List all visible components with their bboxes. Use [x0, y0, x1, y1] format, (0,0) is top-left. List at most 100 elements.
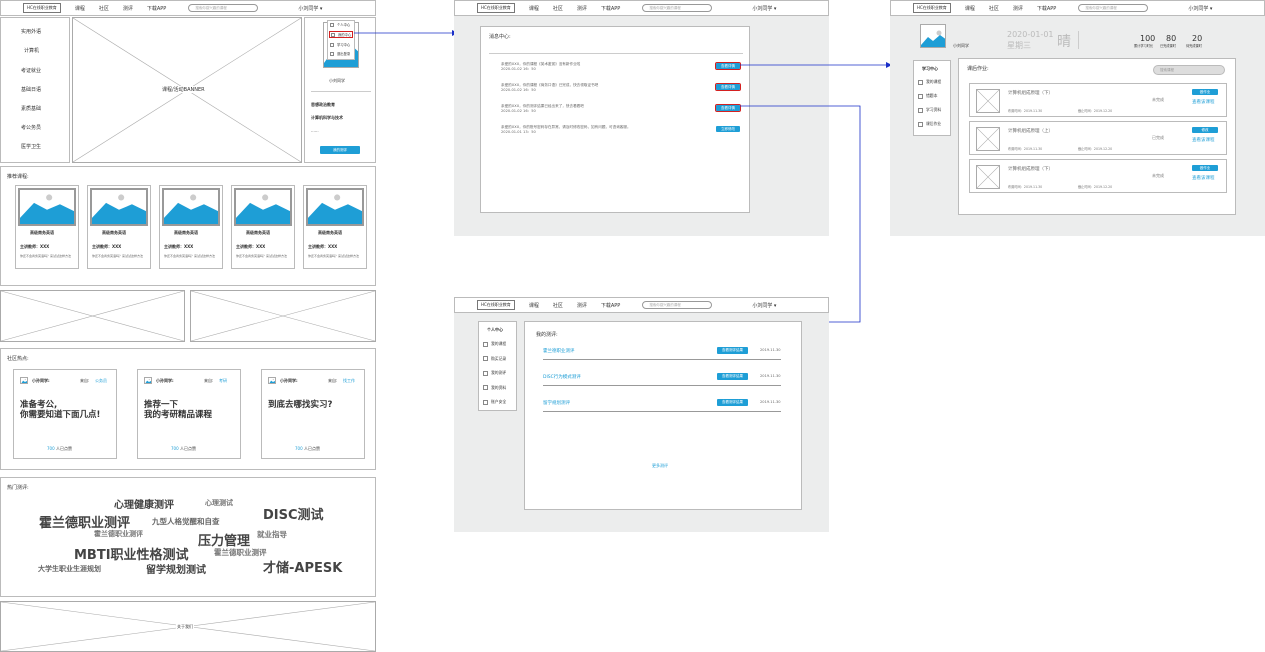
post-from-link[interactable]: 公务员: [95, 378, 107, 384]
message-action-button[interactable]: 查看详情: [715, 104, 741, 112]
site-logo[interactable]: HC在线职业教育: [477, 300, 515, 310]
post-card[interactable]: 小孙同学: 来自: 找工作 到底去哪找实习? 700 人已点赞: [261, 369, 365, 459]
post-title[interactable]: 准备考公, 你需要知道下面几点!: [20, 400, 116, 420]
post-title[interactable]: 推荐一下 我的考研精品课程: [144, 400, 240, 420]
hot-word[interactable]: 心理健康测评: [114, 496, 174, 511]
nav-link-community[interactable]: 社区: [989, 5, 999, 12]
nav-link-community[interactable]: 社区: [553, 302, 563, 309]
hot-word[interactable]: 才储-APESK: [263, 557, 342, 576]
study-sidebar-item[interactable]: 错题本: [918, 93, 937, 99]
hot-word[interactable]: 大学生职业生涯规划: [38, 564, 101, 574]
nav-link-courses[interactable]: 课程: [965, 5, 975, 12]
post-card[interactable]: 小孙同学: 来自: 考研 推荐一下 我的考研精品课程 700 人已点赞: [137, 369, 241, 459]
hot-word[interactable]: DISC测试: [263, 504, 324, 523]
view-course-link[interactable]: 查看该课程: [1192, 99, 1215, 105]
message-action-button[interactable]: 查看详情: [715, 62, 741, 70]
personal-sidebar-item[interactable]: 购买记录: [483, 356, 506, 362]
hot-word[interactable]: 霍兰德职业测评: [94, 529, 143, 539]
nav-link-community[interactable]: 社区: [553, 5, 563, 12]
homework-search-input[interactable]: 搜索课程: [1153, 65, 1225, 75]
post-from-link[interactable]: 考研: [219, 378, 227, 384]
hot-word[interactable]: 心理测试: [205, 498, 233, 508]
menu-my-center[interactable]: 我的中心: [329, 31, 354, 38]
nav-link-courses[interactable]: 课程: [529, 302, 539, 309]
view-course-link[interactable]: 查看该课程: [1192, 175, 1215, 181]
nav-link-tests[interactable]: 测评: [123, 5, 133, 12]
homework-action-button[interactable]: 做作业: [1192, 165, 1218, 171]
view-test-result-button[interactable]: 查看测评结果: [717, 399, 748, 406]
personal-sidebar-item[interactable]: 账户安全: [483, 399, 506, 405]
nav-link-download-app[interactable]: 下载APP: [601, 5, 620, 12]
nav-link-tests[interactable]: 测评: [1013, 5, 1023, 12]
nav-search-input[interactable]: 搜索你感兴趣的课程: [642, 4, 713, 12]
study-sidebar-item[interactable]: 学习资料: [918, 107, 941, 113]
course-card[interactable]: 高级商务英语 主讲教师：XXX 你还不会商务英语吗？来试试这样方法: [87, 185, 151, 269]
menu-study-center[interactable]: 学习中心: [330, 42, 350, 47]
site-logo[interactable]: HC在线职业教育: [477, 3, 515, 13]
homework-name[interactable]: 计算机组成原理（下）: [1008, 90, 1053, 96]
category-item[interactable]: 计算机: [24, 47, 39, 54]
nav-link-courses[interactable]: 课程: [529, 5, 539, 12]
footer-about-us[interactable]: 关于我们: [176, 624, 194, 630]
course-card[interactable]: 高级商务英语 主讲教师：XXX 你还不会商务英语吗？来试试这样方法: [303, 185, 367, 269]
category-item[interactable]: 素质基础: [21, 105, 41, 112]
nav-link-download-app[interactable]: 下载APP: [1037, 5, 1056, 12]
nav-user-menu[interactable]: 小刘同学 ▾: [752, 5, 776, 12]
hot-word[interactable]: 留学规划测试: [146, 561, 206, 576]
avatar[interactable]: [920, 24, 946, 48]
nav-user-menu[interactable]: 小刘同学 ▾: [752, 302, 776, 309]
nav-user-menu[interactable]: 小刘同学 ▾: [1188, 5, 1212, 12]
message-action-button[interactable]: 立即修改: [716, 126, 740, 132]
ad-placeholder-right[interactable]: [190, 290, 376, 342]
post-card[interactable]: 小孙同学: 来自: 公务员 准备考公, 你需要知道下面几点! 700 人已点赞: [13, 369, 117, 459]
personal-sidebar-item[interactable]: 我的课程: [483, 341, 506, 347]
nav-user-menu[interactable]: 小刘同学 ▾: [298, 5, 322, 12]
test-name-link[interactable]: DISC行为模式测评: [543, 374, 581, 380]
personal-sidebar-item[interactable]: 我的测评: [483, 370, 506, 376]
message-action-button[interactable]: 查看详情: [715, 83, 741, 91]
hot-word[interactable]: 霍兰德职业测评: [214, 547, 267, 558]
homework-action-button[interactable]: 做作业: [1192, 89, 1218, 95]
site-logo[interactable]: HC在线职业教育: [913, 3, 951, 13]
course-card[interactable]: 高级商务英语 主讲教师：XXX 你还不会商务英语吗？来试试这样方法: [15, 185, 79, 269]
test-name-link[interactable]: 霍兰德职业测评: [543, 348, 575, 354]
hot-word[interactable]: 九型人格觉醒和自查: [152, 516, 220, 527]
banner-placeholder[interactable]: 课程/活动BANNER: [72, 17, 302, 163]
study-sidebar-item[interactable]: 课后作业: [918, 121, 941, 127]
nav-search-input[interactable]: 搜索你感兴趣的课程: [642, 301, 713, 309]
nav-search-input[interactable]: 搜索你感兴趣的课程: [1078, 4, 1149, 12]
ad-placeholder-left[interactable]: [0, 290, 185, 342]
nav-link-tests[interactable]: 测评: [577, 5, 587, 12]
post-title[interactable]: 到底去哪找实习?: [268, 400, 364, 410]
nav-search-input[interactable]: 搜索你感兴趣的课程: [188, 4, 259, 12]
post-from-link[interactable]: 找工作: [343, 378, 355, 384]
personal-sidebar-item[interactable]: 我的资料: [483, 385, 506, 391]
more-tests-link[interactable]: 更多测评: [652, 463, 668, 469]
study-sidebar-item[interactable]: 我的课程: [918, 79, 941, 85]
my-tests-button[interactable]: 我的测评: [320, 146, 360, 154]
test-name-link[interactable]: 留学规划测评: [543, 400, 570, 406]
menu-logout[interactable]: 退出登录: [330, 51, 350, 56]
category-item[interactable]: 考证就业: [21, 67, 41, 74]
view-course-link[interactable]: 查看该课程: [1192, 137, 1215, 143]
course-card[interactable]: 高级商务英语 主讲教师：XXX 你还不会商务英语吗？来试试这样方法: [159, 185, 223, 269]
nav-link-community[interactable]: 社区: [99, 5, 109, 12]
view-test-result-button[interactable]: 查看测评结果: [717, 347, 748, 354]
hot-word[interactable]: 就业指导: [257, 529, 287, 540]
homework-name[interactable]: 计算机组成原理（上）: [1008, 128, 1053, 134]
category-item[interactable]: 基础日语: [21, 86, 41, 93]
homework-name[interactable]: 计算机组成原理（下）: [1008, 166, 1053, 172]
category-item[interactable]: 医学卫生: [21, 143, 41, 150]
flow-arrow-to-messages: [354, 30, 458, 36]
category-item[interactable]: 实用外语: [21, 28, 41, 35]
nav-link-download-app[interactable]: 下载APP: [147, 5, 166, 12]
nav-link-download-app[interactable]: 下载APP: [601, 302, 620, 309]
view-test-result-button[interactable]: 查看测评结果: [717, 373, 748, 380]
nav-link-courses[interactable]: 课程: [75, 5, 85, 12]
category-item[interactable]: 考公务员: [21, 124, 41, 131]
site-logo[interactable]: HC在线职业教育: [23, 3, 61, 13]
nav-link-tests[interactable]: 测评: [577, 302, 587, 309]
menu-personal-center[interactable]: 个人中心: [330, 22, 350, 27]
homework-action-button[interactable]: 修改: [1192, 127, 1218, 133]
course-card[interactable]: 高级商务英语 主讲教师：XXX 你还不会商务英语吗？来试试这样方法: [231, 185, 295, 269]
